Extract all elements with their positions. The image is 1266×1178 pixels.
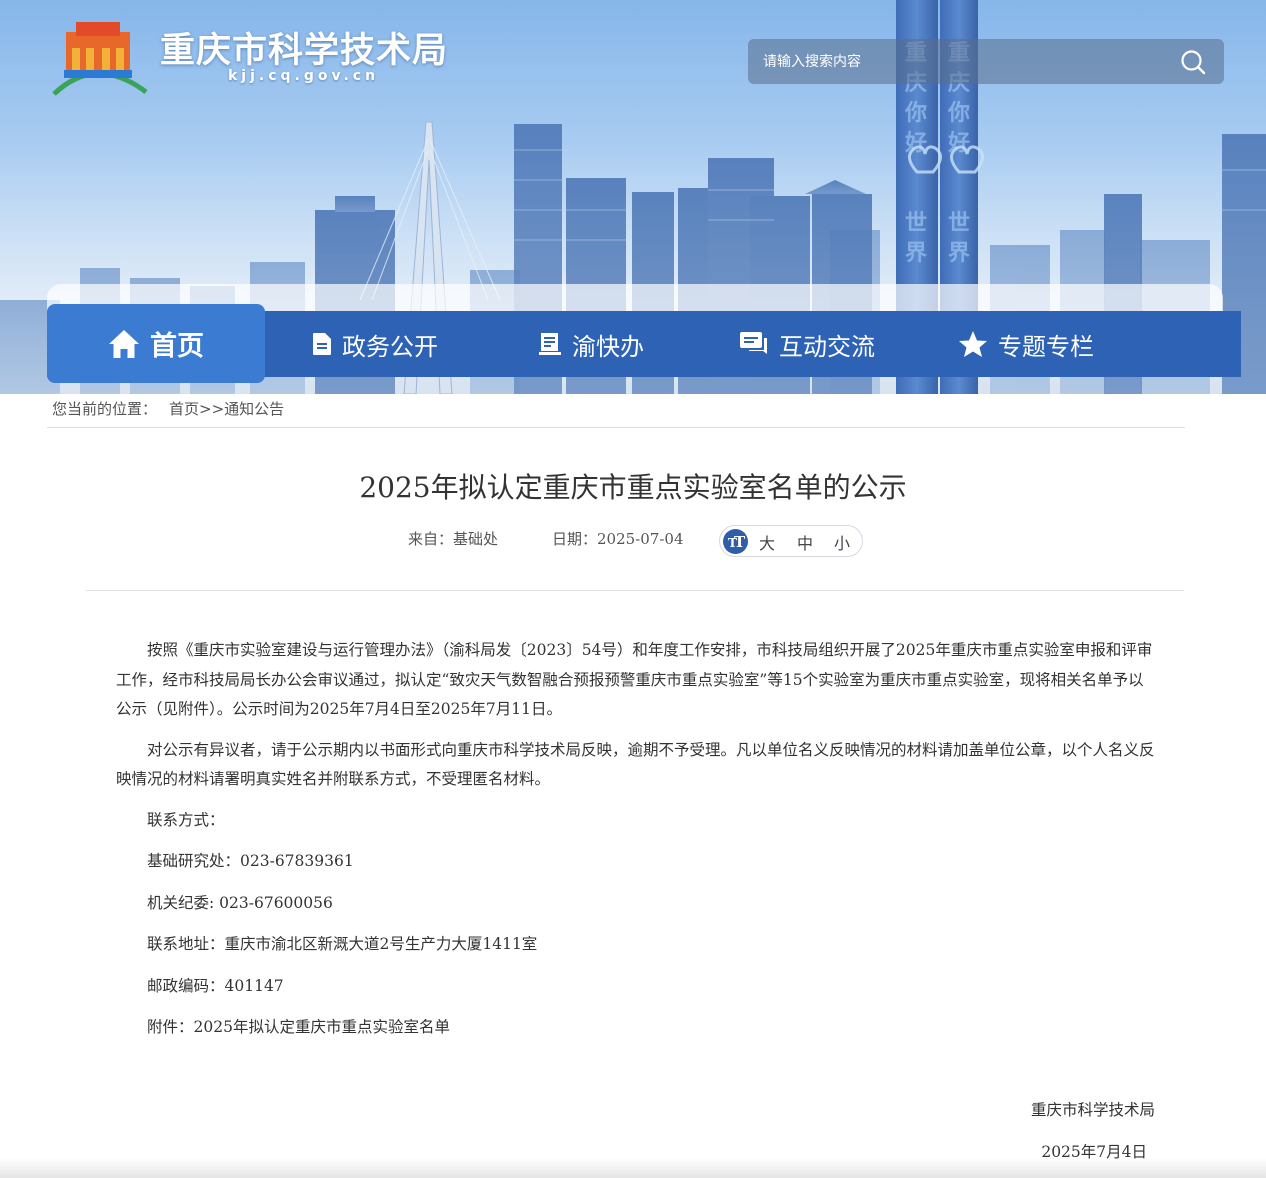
svg-text:世: 世 [905, 211, 927, 236]
home-icon [109, 329, 139, 358]
nav-item-label: 首页 [150, 331, 204, 362]
divider [47, 427, 1185, 428]
contact-address: 联系地址：重庆市渝北区新溉大道2号生产力大厦1411室 [147, 935, 538, 953]
site-title: 重庆市科学技术局 [160, 31, 449, 71]
nav-item-interaction[interactable]: 互动交流 [697, 311, 917, 377]
article-date: 日期：2025-07-04 [552, 530, 684, 548]
contact-heading: 联系方式： [147, 810, 225, 829]
breadcrumb-current-link[interactable]: 通知公告 [224, 400, 284, 418]
svg-text:界: 界 [905, 241, 927, 266]
star-icon [959, 331, 987, 357]
clipboard-icon [539, 333, 561, 355]
chat-icon [740, 332, 767, 354]
nav-item-yukuaiban[interactable]: 渝快办 [485, 311, 697, 377]
font-size-switcher: T T 大 中 小 [719, 525, 863, 557]
article-paragraph: 按照《重庆市实验室建设与运行管理办法》（渝科局发〔2023〕54号）和年度工作安… [116, 641, 1153, 718]
attachment-link[interactable]: 2025年拟认定重庆市重点实验室名单 [194, 1018, 450, 1036]
svg-text:你: 你 [904, 101, 927, 126]
breadcrumb-prefix: 您当前的位置： [52, 400, 158, 418]
article-title: 2025年拟认定重庆市重点实验室名单的公示 [359, 471, 907, 504]
nav-item-label: 专题专栏 [998, 332, 1094, 361]
font-size-large-button[interactable]: 大 [759, 530, 775, 554]
svg-text:世: 世 [948, 211, 970, 236]
nav-item-label: 渝快办 [572, 332, 644, 361]
search-icon[interactable] [1180, 49, 1206, 75]
nav-item-label: 互动交流 [779, 332, 875, 361]
contact-research-office: 基础研究处：023-67839361 [147, 852, 354, 870]
svg-text:T: T [734, 533, 746, 551]
page-bottom-fade [0, 1158, 1266, 1178]
attachment-prefix: 附件： [147, 1018, 194, 1036]
divider [86, 590, 1184, 591]
search-box [748, 39, 1224, 84]
breadcrumb-home-link[interactable]: 首页 [169, 400, 199, 418]
site-domain: kjj.cq.gov.cn [228, 68, 380, 84]
nav-item-government-affairs[interactable]: 政务公开 [265, 311, 485, 377]
contact-discipline: 机关纪委: 023-67600056 [147, 893, 333, 912]
search-input[interactable] [748, 39, 1168, 84]
contact-postcode: 邮政编码：401147 [147, 976, 284, 995]
site-logo [52, 22, 148, 96]
font-size-small-button[interactable]: 小 [834, 530, 850, 554]
breadcrumb: 您当前的位置： 首页>>通知公告 [52, 398, 284, 419]
attachment-line: 附件：2025年拟认定重庆市重点实验室名单 [116, 1013, 1156, 1043]
document-icon [313, 333, 331, 355]
article-source: 来自：基础处 [408, 530, 499, 548]
svg-text:你: 你 [947, 101, 970, 126]
nav-item-special-topics[interactable]: 专题专栏 [917, 311, 1135, 377]
article-paragraph: 对公示有异议者，请于公示期内以书面形式向重庆市科学技术局反映，逾期不予受理。凡以… [116, 740, 1155, 789]
nav-item-label: 政务公开 [342, 332, 438, 361]
svg-text:界: 界 [948, 241, 970, 266]
font-size-icon: T T [723, 529, 748, 554]
nav-item-home[interactable]: 首页 [47, 304, 265, 383]
signature: 重庆市科学技术局 [1030, 1101, 1155, 1119]
main-nav: 首页 政务公开 渝快办 互动交流 专题专栏 [47, 304, 1241, 383]
breadcrumb-separator: >> [199, 400, 225, 418]
article-body: 按照《重庆市实验室建设与运行管理办法》（渝科局发〔2023〕54号）和年度工作安… [116, 636, 1156, 1055]
font-size-medium-button[interactable]: 中 [797, 530, 813, 554]
